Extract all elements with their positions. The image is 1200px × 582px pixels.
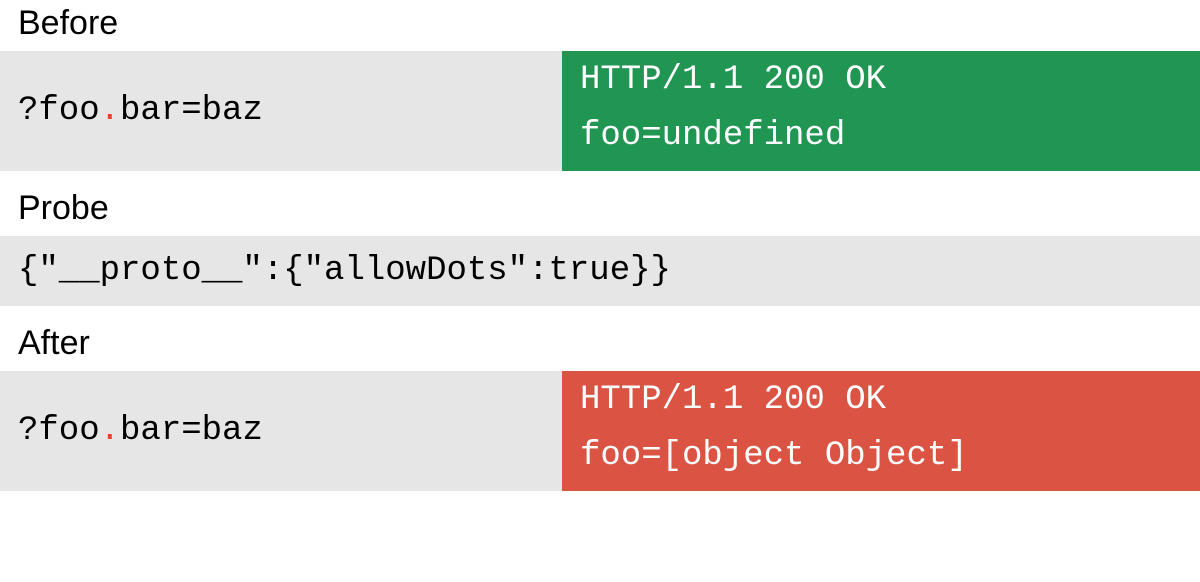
before-request-suffix: bar=baz — [120, 92, 263, 130]
after-row: ?foo.bar=baz HTTP/1.1 200 OK foo=[object… — [0, 371, 1200, 491]
after-response-status: HTTP/1.1 200 OK — [580, 381, 1182, 419]
section-label-after: After — [0, 320, 1200, 371]
before-response: HTTP/1.1 200 OK foo=undefined — [562, 51, 1200, 171]
after-request-suffix: bar=baz — [120, 412, 263, 450]
after-response: HTTP/1.1 200 OK foo=[object Object] — [562, 371, 1200, 491]
section-label-probe: Probe — [0, 185, 1200, 236]
dot-icon: . — [100, 92, 120, 130]
before-request: ?foo.bar=baz — [0, 51, 562, 171]
dot-icon: . — [100, 412, 120, 450]
probe-payload: {"__proto__":{"allowDots":true}} — [0, 236, 1200, 306]
before-row: ?foo.bar=baz HTTP/1.1 200 OK foo=undefin… — [0, 51, 1200, 171]
after-request-prefix: ?foo — [18, 412, 100, 450]
after-request: ?foo.bar=baz — [0, 371, 562, 491]
after-response-body: foo=[object Object] — [580, 437, 1182, 475]
before-request-prefix: ?foo — [18, 92, 100, 130]
before-response-status: HTTP/1.1 200 OK — [580, 61, 1182, 99]
section-label-before: Before — [0, 0, 1200, 51]
before-response-body: foo=undefined — [580, 117, 1182, 155]
